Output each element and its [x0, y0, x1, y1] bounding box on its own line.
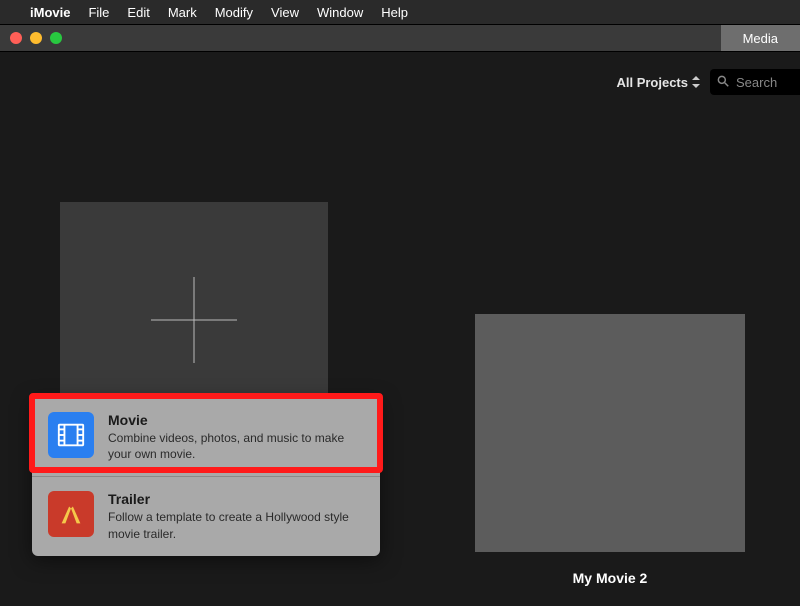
menu-modify[interactable]: Modify [215, 5, 253, 20]
traffic-lights [10, 32, 62, 44]
menu-help[interactable]: Help [381, 5, 408, 20]
popover-item-desc: Combine videos, photos, and music to mak… [108, 430, 358, 462]
menu-file[interactable]: File [88, 5, 109, 20]
menu-edit[interactable]: Edit [127, 5, 149, 20]
menu-view[interactable]: View [271, 5, 299, 20]
close-window-button[interactable] [10, 32, 22, 44]
new-project-popover: Movie Combine videos, photos, and music … [32, 398, 380, 556]
projects-toolbar: All Projects Search [0, 52, 800, 112]
sort-arrows-icon [692, 76, 700, 88]
tab-media[interactable]: Media [721, 25, 800, 51]
menu-window[interactable]: Window [317, 5, 363, 20]
project-thumbnail[interactable] [475, 314, 745, 552]
menubar: iMovie File Edit Mark Modify View Window… [0, 0, 800, 24]
search-placeholder: Search [736, 75, 777, 90]
app-menu[interactable]: iMovie [30, 5, 70, 20]
popover-item-trailer[interactable]: Trailer Follow a template to create a Ho… [32, 476, 380, 555]
window-titlebar: Media [0, 24, 800, 52]
search-input[interactable]: Search [710, 69, 800, 95]
popover-item-desc: Follow a template to create a Hollywood … [108, 509, 358, 541]
projects-filter-label: All Projects [616, 75, 688, 90]
zoom-window-button[interactable] [50, 32, 62, 44]
project-card[interactable]: My Movie 2 [475, 314, 745, 586]
search-icon [716, 74, 730, 91]
projects-filter-dropdown[interactable]: All Projects [616, 75, 700, 90]
popover-item-movie[interactable]: Movie Combine videos, photos, and music … [32, 398, 380, 476]
popover-item-title: Movie [108, 412, 358, 428]
plus-icon [151, 277, 237, 363]
project-title: My Movie 2 [475, 570, 745, 586]
filmstrip-icon [48, 412, 94, 458]
spotlight-icon [48, 491, 94, 537]
popover-item-title: Trailer [108, 491, 358, 507]
projects-area: My Movie 2 [0, 112, 800, 437]
minimize-window-button[interactable] [30, 32, 42, 44]
menu-mark[interactable]: Mark [168, 5, 197, 20]
